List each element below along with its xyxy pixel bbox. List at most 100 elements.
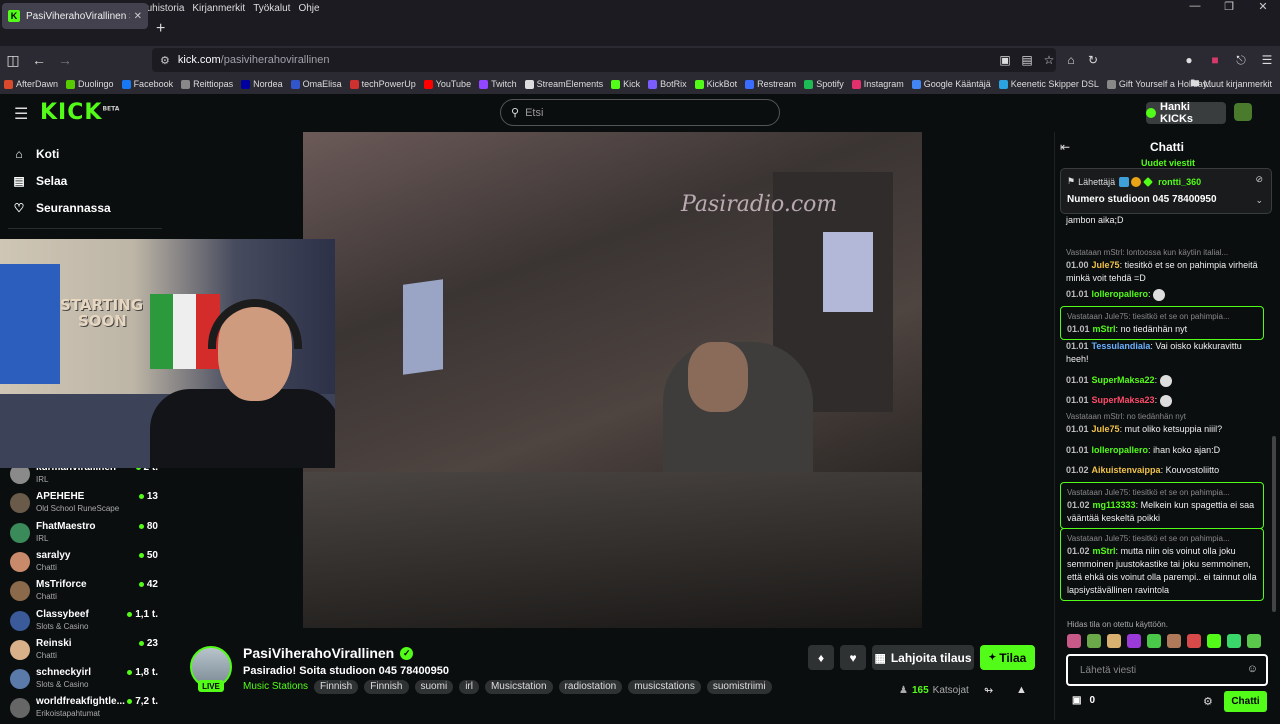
emote-icon[interactable] — [1227, 634, 1241, 648]
sidebar-item-browse[interactable]: ▤ Selaa — [12, 174, 67, 188]
channel-name[interactable]: PasiViherahoVirallinen ✓ — [243, 645, 414, 661]
bookmark-item[interactable]: Nordea — [241, 79, 283, 89]
sidebar-item-following[interactable]: ♡ Seurannassa — [12, 201, 111, 215]
chat-scrollbar[interactable] — [1272, 436, 1276, 612]
bookmark-item[interactable]: techPowerUp — [349, 79, 416, 89]
kicks-balance[interactable]: ▣ 0 — [1072, 695, 1095, 706]
message-user[interactable]: Jule75 — [1092, 260, 1120, 270]
url-bar[interactable]: ⚙ kick.com/pasiviherahovirallinen — [152, 48, 1056, 72]
sidebar-channel[interactable]: Classybeef Slots & Casino 1,1 t. — [10, 609, 160, 637]
pinned-user[interactable]: rontti_360 — [1158, 177, 1201, 187]
chat-message[interactable]: Vastataan Jule75: tiesitkö et se on pahi… — [1060, 482, 1264, 529]
minimize-icon[interactable]: — — [1178, 0, 1212, 16]
restore-icon[interactable]: ❐ — [1212, 0, 1246, 16]
emote-icon[interactable] — [1167, 634, 1181, 648]
message-user[interactable]: Jule75 — [1092, 424, 1120, 434]
emote-icon[interactable] — [1187, 634, 1201, 648]
follow-button[interactable]: ♥ — [840, 645, 866, 670]
other-bookmarks[interactable]: 🖿 Muut kirjanmerkit — [1190, 74, 1272, 94]
menu-item[interactable]: Kirjanmerkit — [192, 3, 245, 14]
emote-icon[interactable] — [1087, 634, 1101, 648]
subscribe-button[interactable]: ✦ Tilaa — [980, 645, 1035, 670]
sidebar-item-home[interactable]: ⌂ Koti — [12, 147, 59, 161]
share-icon[interactable]: ↬ — [984, 684, 993, 697]
collapse-chat-icon[interactable]: ⇤ — [1060, 140, 1070, 154]
new-tab-icon[interactable]: + — [156, 20, 165, 38]
close-icon[interactable]: ✕ — [1246, 0, 1280, 16]
message-user[interactable]: lolleropallero — [1092, 289, 1149, 299]
message-user[interactable]: mg113333 — [1093, 500, 1136, 510]
gear-icon[interactable]: ⚙ — [1203, 695, 1213, 708]
stream-tag[interactable]: suomi — [414, 680, 454, 694]
sidebar-toggle-icon[interactable]: ◫ — [0, 52, 26, 69]
hamburger-menu-icon[interactable]: ☰ — [14, 104, 28, 124]
emote-icon[interactable] — [1207, 634, 1221, 648]
stream-tag[interactable]: Finnish — [314, 680, 359, 694]
stream-tag[interactable]: Finnish — [364, 680, 409, 694]
stream-tag[interactable]: suomistriimi — [706, 680, 772, 694]
video-player[interactable]: Pasiradio.com — [303, 132, 922, 628]
send-chat-button[interactable]: Chatti — [1224, 691, 1267, 712]
emote-icon[interactable] — [1147, 634, 1161, 648]
sidebar-channel[interactable]: MsTriforce Chatti 42 — [10, 579, 160, 607]
emoji-picker-icon[interactable]: ☺ — [1247, 663, 1258, 675]
kick-logo[interactable]: KICKBETA — [40, 100, 119, 125]
chat-message-input[interactable]: Lähetä viesti ☺ — [1066, 654, 1268, 686]
bookmark-item[interactable]: Spotify — [804, 79, 844, 89]
emote-icon[interactable] — [1107, 634, 1121, 648]
chat-message[interactable]: 01.01 lolleropallero: — [1060, 288, 1264, 301]
bookmark-item[interactable]: Kick — [611, 79, 640, 89]
unpin-icon[interactable]: ⊘ — [1255, 174, 1263, 185]
extensions-icon[interactable]: ⎋ — [1228, 53, 1254, 68]
screenshot-icon[interactable]: ▣ — [994, 53, 1016, 67]
get-kicks-button[interactable]: Hanki KICKs — [1146, 101, 1226, 125]
sidebar-channel[interactable]: saralyy Chatti 50 — [10, 550, 160, 578]
emote-icon[interactable] — [1247, 634, 1261, 648]
chat-message[interactable]: Vastataan Jule75: tiesitkö et se on pahi… — [1060, 306, 1264, 340]
bookmark-item[interactable]: StreamElements — [524, 79, 603, 89]
bookmark-item[interactable]: Reittiopas — [181, 79, 233, 89]
sidebar-channel[interactable]: schneckyirl Slots & Casino 1,8 t. — [10, 667, 160, 695]
app-menu-icon[interactable]: ☰ — [1254, 53, 1280, 67]
bookmark-item[interactable]: OmaElisa — [290, 79, 342, 89]
chat-message[interactable]: 01.01 lolleropallero: ihan koko ajan:D — [1060, 444, 1264, 457]
emote-icon[interactable] — [1127, 634, 1141, 648]
chat-message[interactable]: Vastataan mStrl: no tiedänhän nyt 01.01 Ju… — [1060, 410, 1264, 436]
back-icon[interactable]: ← — [26, 52, 52, 68]
chat-message[interactable]: 01.01 SuperMaksa23: — [1060, 394, 1264, 407]
user-avatar[interactable] — [1234, 103, 1252, 121]
chevron-down-icon[interactable]: ⌄ — [1255, 195, 1263, 206]
chat-message[interactable]: Vastataan mStrl: lontoossa kun käytiin i… — [1060, 246, 1264, 285]
report-icon[interactable]: ▲ — [1016, 684, 1027, 696]
chat-message[interactable]: 01.01 SuperMaksa22: — [1060, 374, 1264, 387]
menu-item[interactable]: Ohje — [298, 3, 319, 14]
sidebar-channel[interactable]: APEHEHE Old School RuneScape 13 — [10, 491, 160, 519]
bookmark-item[interactable]: Restream — [745, 79, 796, 89]
bookmark-item[interactable]: Instagram — [851, 79, 904, 89]
menu-item[interactable]: Työkalut — [253, 3, 290, 14]
bookmark-item[interactable]: BotRix — [648, 79, 687, 89]
notifications-button[interactable]: ♦ — [808, 645, 834, 670]
sidebar-channel[interactable]: Reinski Chatti 23 — [10, 638, 160, 666]
bookmark-item[interactable]: Google Kääntäjä — [911, 79, 991, 89]
bookmark-star-icon[interactable]: ☆ — [1038, 53, 1060, 67]
bookmark-item[interactable]: Duolingo — [66, 79, 114, 89]
search-input[interactable]: ⚲ Etsi — [500, 99, 780, 126]
emote-icon[interactable] — [1067, 634, 1081, 648]
bookmark-item[interactable]: KickBot — [694, 79, 737, 89]
chat-message[interactable]: jambon aika;D — [1060, 214, 1264, 227]
bookmark-item[interactable]: Twitch — [479, 79, 517, 89]
message-user[interactable]: Aikuistenvaippa — [1092, 465, 1161, 475]
chat-message[interactable]: Vastataan Jule75: tiesitkö et se on pahi… — [1060, 528, 1264, 601]
message-user[interactable]: SuperMaksa22 — [1092, 375, 1155, 385]
gift-sub-button[interactable]: ▦ Lahjoita tilaus — [872, 645, 974, 670]
tab-close-icon[interactable]: ✕ — [134, 11, 142, 22]
reload-icon[interactable]: ↻ — [1082, 53, 1104, 67]
message-user[interactable]: lolleropallero — [1092, 445, 1149, 455]
sidebar-channel[interactable]: FhatMaestro IRL 80 — [10, 521, 160, 549]
bookmark-item[interactable]: Keenetic Skipper DSL — [998, 79, 1099, 89]
chat-message[interactable]: 01.01 Tessulandiala: Vai oisko kukkuravit… — [1060, 340, 1264, 366]
message-user[interactable]: mStrl — [1093, 546, 1116, 556]
bookmark-item[interactable]: AfterDawn — [4, 79, 58, 89]
stream-tag[interactable]: radiostation — [558, 680, 623, 694]
